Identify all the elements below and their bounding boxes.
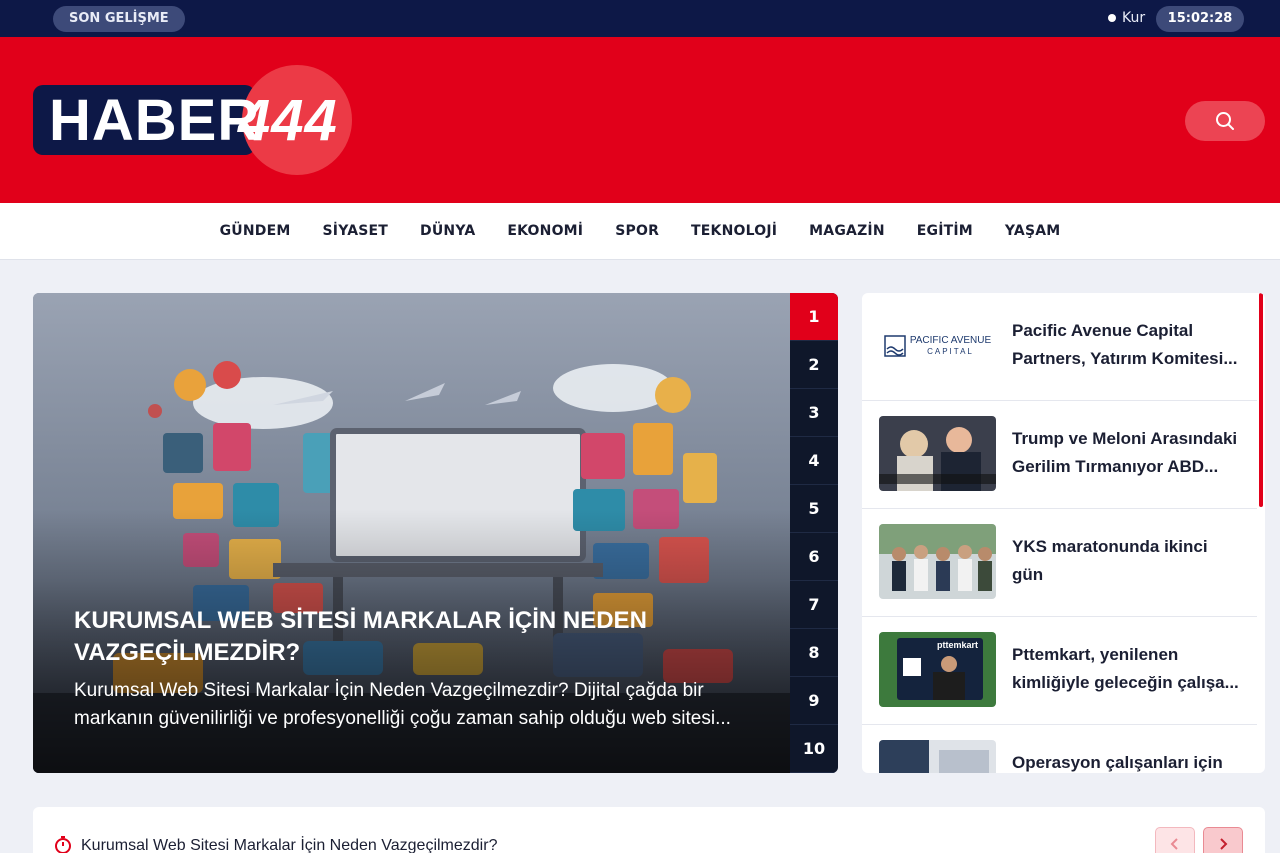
- news-ticker: Kurumsal Web Sitesi Markalar İçin Neden …: [33, 807, 1265, 853]
- pacific-avenue-logo-icon: [884, 334, 906, 357]
- top-bar: SON GELİŞME Kur 15:02:28: [0, 0, 1280, 37]
- news-thumbnail: PACIFIC AVENUE CAPITAL: [879, 308, 996, 383]
- logo-word: HABER: [49, 88, 261, 153]
- slider-page-3[interactable]: 3: [790, 389, 838, 437]
- stopwatch-icon: [55, 836, 71, 853]
- ticker-text[interactable]: Kurumsal Web Sitesi Markalar İçin Neden …: [81, 837, 497, 853]
- slider-page-10[interactable]: 10: [790, 725, 838, 773]
- news-title[interactable]: Pttemkart, yenilenen kimliğiyle geleceği…: [1012, 641, 1242, 697]
- list-item[interactable]: YKS maratonunda ikinci gün: [862, 509, 1257, 617]
- search-button[interactable]: [1185, 101, 1265, 141]
- slide-title[interactable]: KURUMSAL WEB SİTESİ MARKALAR İÇİN NEDEN …: [74, 605, 754, 669]
- side-list-scrollbar[interactable]: [1259, 293, 1263, 507]
- side-news-list: PACIFIC AVENUE CAPITAL Pacific Avenue Ca…: [862, 293, 1265, 773]
- nav-item-ekonomi[interactable]: EKONOMİ: [491, 203, 599, 260]
- nav-item-gundem[interactable]: GÜNDEM: [204, 203, 307, 260]
- exchange-rate-label: Kur: [1122, 10, 1146, 26]
- site-logo[interactable]: HABER 444: [33, 65, 353, 175]
- thumb-brand-sub: CAPITAL: [927, 346, 974, 356]
- news-thumbnail: pttemkart: [879, 632, 996, 707]
- news-title[interactable]: Operasyon çalışanları için: [1012, 749, 1242, 773]
- list-item[interactable]: pttemkart Pttemkart, yenilenen kimliğiyl…: [862, 617, 1257, 725]
- breaking-news-badge[interactable]: SON GELİŞME: [53, 6, 185, 32]
- news-title[interactable]: YKS maratonunda ikinci gün: [1012, 533, 1242, 589]
- nav-item-yasam[interactable]: YAŞAM: [989, 203, 1076, 260]
- news-title[interactable]: Pacific Avenue Capital Partners, Yatırım…: [1012, 317, 1242, 373]
- news-thumbnail: [879, 524, 996, 599]
- nav-item-dunya[interactable]: DÜNYA: [404, 203, 491, 260]
- ticker-prev-button[interactable]: [1155, 827, 1195, 853]
- chevron-left-icon: [1170, 838, 1178, 850]
- nav-item-teknoloji[interactable]: TEKNOLOJİ: [675, 203, 793, 260]
- news-thumbnail: [879, 416, 996, 491]
- chevron-right-icon: [1220, 838, 1228, 850]
- thumb-brand-text: pttemkart: [937, 640, 979, 650]
- slider-page-2[interactable]: 2: [790, 341, 838, 389]
- slider-page-7[interactable]: 7: [790, 581, 838, 629]
- ticker-next-button[interactable]: [1203, 827, 1243, 853]
- slider-page-8[interactable]: 8: [790, 629, 838, 677]
- thumb-brand-text: PACIFIC AVENUE: [909, 334, 992, 346]
- nav-item-spor[interactable]: SPOR: [599, 203, 675, 260]
- slider-page-4[interactable]: 4: [790, 437, 838, 485]
- nav-item-egitim[interactable]: EGİTİM: [901, 203, 989, 260]
- headline-slider[interactable]: KURUMSAL WEB SİTESİ MARKALAR İÇİN NEDEN …: [33, 293, 838, 773]
- live-dot-icon: [1108, 14, 1116, 22]
- news-title[interactable]: Trump ve Meloni Arasındaki Gerilim Tırma…: [1012, 425, 1242, 481]
- logo-number: 444: [238, 88, 338, 153]
- list-item[interactable]: PACIFIC AVENUE CAPITAL Pacific Avenue Ca…: [862, 293, 1257, 401]
- main-nav: GÜNDEM SİYASET DÜNYA EKONOMİ SPOR TEKNOL…: [0, 203, 1280, 260]
- nav-item-siyaset[interactable]: SİYASET: [307, 203, 405, 260]
- list-item[interactable]: Trump ve Meloni Arasındaki Gerilim Tırma…: [862, 401, 1257, 509]
- slider-page-1[interactable]: 1: [790, 293, 838, 341]
- slider-page-5[interactable]: 5: [790, 485, 838, 533]
- search-icon: [1216, 112, 1234, 130]
- news-thumbnail: [879, 740, 996, 773]
- site-header: HABER 444: [0, 37, 1280, 203]
- exchange-rate[interactable]: Kur: [1108, 10, 1145, 26]
- list-item[interactable]: Operasyon çalışanları için: [862, 725, 1257, 773]
- slider-pager: 1 2 3 4 5 6 7 8 9 10: [790, 293, 838, 773]
- slider-page-6[interactable]: 6: [790, 533, 838, 581]
- slider-page-9[interactable]: 9: [790, 677, 838, 725]
- clock: 15:02:28: [1156, 6, 1244, 32]
- nav-item-magazin[interactable]: MAGAZİN: [793, 203, 901, 260]
- slide-description: Kurumsal Web Sitesi Markalar İçin Neden …: [74, 680, 731, 729]
